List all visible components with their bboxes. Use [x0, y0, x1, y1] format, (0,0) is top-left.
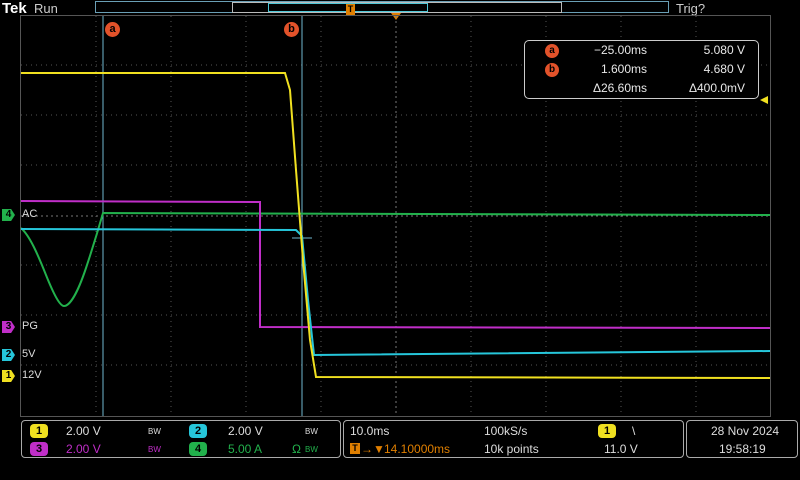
cursor-a-label[interactable]: a — [105, 22, 120, 37]
trigger-pos-icon: T — [350, 443, 360, 454]
datetime-panel: 28 Nov 2024 19:58:19 — [686, 420, 798, 458]
ch2-bw-icon: BW — [305, 427, 318, 436]
ch1-label: 12V — [22, 369, 42, 381]
trigger-arrow-glyph: →▼ — [361, 442, 385, 456]
cursor-b-label[interactable]: b — [284, 22, 299, 37]
trigger-level-icon — [760, 96, 768, 104]
trigger-slope-icon: \ — [632, 424, 636, 438]
ch3-badge[interactable]: 3 — [30, 442, 48, 456]
ch4-coupling-label: AC — [22, 208, 38, 220]
record-length: 10k points — [484, 442, 539, 456]
cursor-b-value: 4.680 V — [703, 62, 745, 76]
ch3-label: PG — [22, 320, 38, 332]
vertical-settings-panel: 1 2.00 V BW 2 2.00 V BW 3 2.00 V BW 4 5.… — [21, 420, 341, 458]
delta-time: Δ26.60ms — [592, 81, 647, 95]
ch1-scale[interactable]: 2.00 V — [66, 424, 101, 438]
ch4-bw-icon: BW — [305, 445, 318, 454]
ch2-badge[interactable]: 2 — [189, 424, 207, 438]
ch1-badge[interactable]: 1 — [30, 424, 48, 438]
date-label: 28 Nov 2024 — [711, 424, 780, 438]
ch1-bw-icon: BW — [148, 427, 161, 436]
horizontal-trigger-panel: 10.0ms 100kS/s T →▼ 14.10000ms 10k point… — [343, 420, 684, 458]
ch3-trace — [20, 200, 771, 329]
trigger-source-badge[interactable]: 1 — [598, 424, 616, 438]
trigger-level[interactable]: 11.0 V — [604, 442, 638, 456]
cursor-a-badge: a — [545, 44, 559, 58]
ch4-ohm-icon: Ω — [292, 442, 301, 456]
cursor-a-time: −25.00ms — [593, 43, 647, 57]
time-per-div[interactable]: 10.0ms — [350, 424, 389, 438]
delta-value: Δ400.0mV — [688, 81, 745, 95]
cursor-a-value: 5.080 V — [703, 43, 745, 57]
ch4-badge[interactable]: 4 — [189, 442, 207, 456]
cursor-readout-panel: a −25.00ms 5.080 V b 1.600ms 4.680 V Δ26… — [524, 40, 759, 99]
cursor-b-badge: b — [545, 63, 559, 77]
sample-rate: 100kS/s — [484, 424, 528, 438]
time-label: 19:58:19 — [719, 442, 766, 456]
trigger-position[interactable]: 14.10000ms — [384, 442, 450, 456]
ch2-label: 5V — [22, 348, 36, 360]
ch4-scale[interactable]: 5.00 A — [228, 442, 262, 456]
ch3-scale[interactable]: 2.00 V — [66, 442, 101, 456]
ch2-scale[interactable]: 2.00 V — [228, 424, 263, 438]
cursor-b-time: 1.600ms — [600, 62, 647, 76]
ch3-bw-icon: BW — [148, 445, 161, 454]
